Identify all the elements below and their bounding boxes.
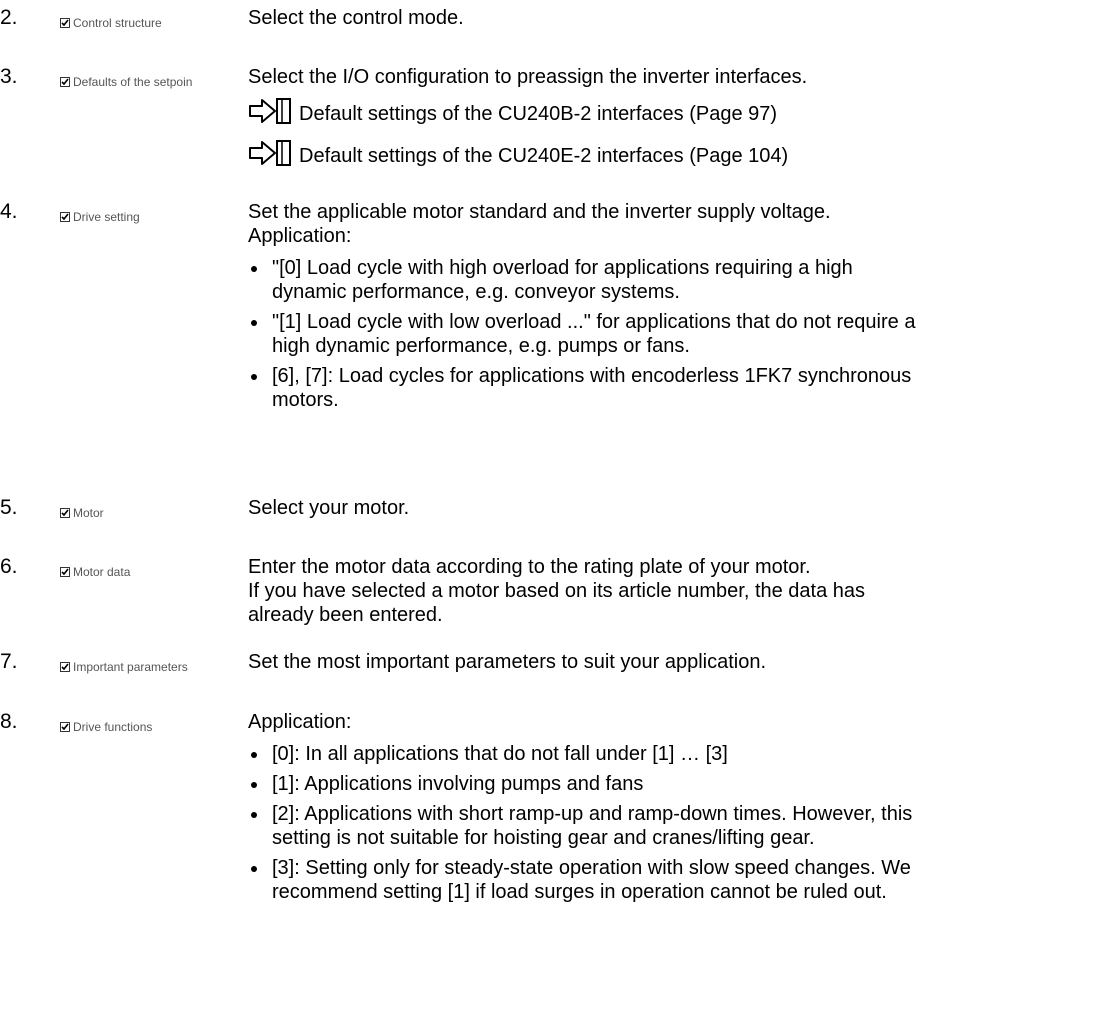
list-item: [6], [7]: Load cycles for applications w… xyxy=(248,364,932,412)
step-number: 8. xyxy=(0,710,18,733)
list-item: [2]: Applications with short ramp-up and… xyxy=(248,802,932,850)
step-text: Set the applicable motor standard and th… xyxy=(248,201,831,223)
step-text: Set the most important parameters to sui… xyxy=(248,651,767,673)
checkbox-label: Defaults of the setpoin xyxy=(73,75,193,89)
link-text: Default settings of the CU240E-2 interfa… xyxy=(299,145,789,167)
checkbox-label: Drive functions xyxy=(73,720,153,734)
link-text: Default settings of the CU240B-2 interfa… xyxy=(299,103,778,125)
checkbox-checked-icon xyxy=(60,662,70,672)
cross-reference-link-cu240b2[interactable]: Default settings of the CU240B-2 interfa… xyxy=(248,97,1111,131)
bullet-list: "[0] Load cycle with high overload for a… xyxy=(248,256,1111,412)
step-number: 6. xyxy=(0,555,18,578)
step-number: 7. xyxy=(0,650,18,673)
checkbox-checked-icon xyxy=(60,18,70,28)
checkbox-label: Control structure xyxy=(73,16,162,30)
checkbox-checked-icon xyxy=(60,77,70,87)
checkbox-label: Important parameters xyxy=(73,660,188,674)
list-item: [3]: Setting only for steady-state opera… xyxy=(248,856,932,904)
checkbox-checked-icon xyxy=(60,567,70,577)
checkbox-motor-data[interactable]: Motor data xyxy=(60,565,130,579)
cross-reference-arrow-icon xyxy=(248,97,292,131)
step-subheading: Application: xyxy=(248,225,352,247)
checkbox-drive-functions[interactable]: Drive functions xyxy=(60,720,152,734)
list-item: [1]: Applications involving pumps and fa… xyxy=(248,772,932,796)
step-text: Select the I/O configuration to preassig… xyxy=(248,66,808,88)
checkbox-label: Motor xyxy=(73,506,104,520)
checkbox-important-parameters[interactable]: Important parameters xyxy=(60,660,188,674)
checkbox-label: Motor data xyxy=(73,565,131,579)
list-item: "[1] Load cycle with low overload ..." f… xyxy=(248,310,932,358)
cross-reference-arrow-icon xyxy=(248,139,292,173)
step-text: Select the control mode. xyxy=(248,7,464,29)
checkbox-defaults-of-setpoint[interactable]: Defaults of the setpoin xyxy=(60,75,192,89)
step-number: 2. xyxy=(0,6,18,29)
step-text: Enter the motor data according to the ra… xyxy=(248,556,811,578)
step-number: 4. xyxy=(0,200,18,223)
step-text: Select your motor. xyxy=(248,497,410,519)
checkbox-motor[interactable]: Motor xyxy=(60,506,104,520)
step-number: 5. xyxy=(0,496,18,519)
step-text: Application: xyxy=(248,711,352,733)
checkbox-checked-icon xyxy=(60,212,70,222)
checkbox-checked-icon xyxy=(60,508,70,518)
step-number: 3. xyxy=(0,65,18,88)
checkbox-checked-icon xyxy=(60,722,70,732)
checkbox-drive-setting[interactable]: Drive setting xyxy=(60,210,140,224)
checkbox-control-structure[interactable]: Control structure xyxy=(60,16,162,30)
checkbox-label: Drive setting xyxy=(73,210,140,224)
list-item: [0]: In all applications that do not fal… xyxy=(248,742,932,766)
cross-reference-link-cu240e2[interactable]: Default settings of the CU240E-2 interfa… xyxy=(248,139,1111,173)
list-item: "[0] Load cycle with high overload for a… xyxy=(248,256,932,304)
step-text-2: If you have selected a motor based on it… xyxy=(248,580,866,626)
bullet-list: [0]: In all applications that do not fal… xyxy=(248,742,1111,904)
